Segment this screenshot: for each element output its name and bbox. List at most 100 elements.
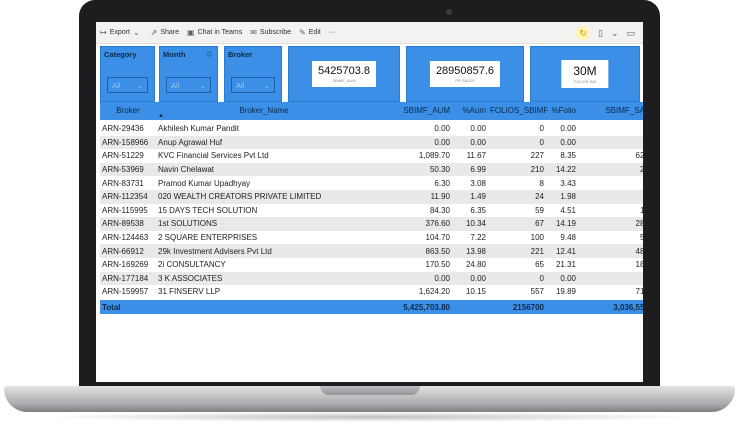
table-row[interactable]: ARN-83731 Pramod Kumar Upadhyay 6.30 3.08 8 3… <box>100 176 643 190</box>
refresh-icon[interactable]: ↻ <box>575 26 590 40</box>
table-cell: ARN-66912 <box>102 246 144 256</box>
column-header-sbimf-aum[interactable]: SBIMF_AUM <box>372 102 452 120</box>
folios-card-inner: 30M FOLIOS IND <box>561 60 609 88</box>
table-row[interactable]: ARN-89538 1st SOLUTIONS 376.60 10.34 67 14.19… <box>100 217 643 231</box>
table-cell: 104.70 <box>425 233 450 243</box>
more-options-button[interactable]: ··· <box>329 29 336 36</box>
table-cell: 221 <box>530 246 544 256</box>
chevron-down-icon: ⌄ <box>263 80 270 90</box>
table-cell: 11.90 <box>430 192 450 202</box>
eraser-icon[interactable]: ◇ <box>207 50 212 58</box>
folios-card-caption: FOLIOS IND <box>573 79 597 84</box>
table-cell: 10.34 <box>465 219 486 229</box>
toolbar-right-actions: ↻ ▯ ⌄ ▭ <box>575 26 635 40</box>
table-cell: ARN-158966 <box>102 137 149 147</box>
table-cell: 0.00 <box>560 124 576 134</box>
table-cell: 020 WEALTH CREATORS PRIVATE LIMITED <box>158 192 322 202</box>
month-dropdown[interactable]: All ⌄ <box>166 77 211 93</box>
table-row[interactable]: ARN-158966Anup Agrawal Huf0.000.0000.000… <box>100 135 643 150</box>
teams-icon: ▣ <box>187 28 195 37</box>
aum-card-caption: SBIMF_AUM <box>332 78 356 83</box>
broker-table: Broker Broker_Name SBIMF_AUM %Aum FOLIOS… <box>100 102 643 318</box>
laptop-shadow <box>40 412 700 422</box>
column-header-sbimf-sales[interactable]: SBIMF_SALES <box>578 102 643 120</box>
table-cell: 12.41 <box>555 246 576 256</box>
month-slicer[interactable]: Month ◇ All ⌄ <box>159 46 218 102</box>
mail-icon: ✉ <box>250 28 257 37</box>
table-total-row: Total 5,425,703.80 2156700 3,036,558.90 <box>100 300 643 314</box>
table-cell: 14.19 <box>555 219 576 229</box>
table-cell: ARN-53969 <box>102 165 144 175</box>
table-cell: 59 <box>535 205 544 215</box>
table-row[interactable]: ARN-124463 2 SQUARE ENTERPRISES 104.70 7.22… <box>100 231 643 245</box>
table-cell: 6.35 <box>470 205 486 215</box>
table-row[interactable]: ARN-1771843 K ASSOCIATES0.000.0000.000.0… <box>100 271 643 286</box>
category-slicer[interactable]: Category All ⌄ <box>100 46 155 102</box>
table-cell: 1.49 <box>470 192 486 202</box>
laptop-notch <box>320 386 420 395</box>
table-row[interactable]: ARN-29436 Akhilesh Kumar Pandit 0.00 0.00 0 0… <box>100 122 643 136</box>
broker-slicer[interactable]: Broker All ⌄ <box>224 46 282 102</box>
table-cell: 288.20 <box>635 219 643 229</box>
export-icon: ↦ <box>100 28 107 37</box>
table-cell: 489.10 <box>635 246 643 256</box>
table-cell: ARN-115995 <box>102 205 148 215</box>
camera-dot <box>446 9 452 15</box>
table-cell: 227 <box>530 151 544 161</box>
broker-dropdown[interactable]: All ⌄ <box>231 77 275 93</box>
table-cell: ARN-89538 <box>102 219 144 229</box>
table-cell: 376.60 <box>425 219 450 229</box>
table-cell: 8.35 <box>560 151 576 161</box>
table-cell: KVC Financial Services Pvt Ltd <box>158 151 269 161</box>
table-cell: 0.00 <box>434 124 450 134</box>
sort-ascending-icon: ▲ <box>158 113 164 119</box>
table-cell: Akhilesh Kumar Pandit <box>158 124 239 134</box>
table-cell: 50.30 <box>429 165 450 175</box>
table-cell: 557 <box>530 287 544 297</box>
column-header-folios-sbimf[interactable]: FOLIOS_SBIMF <box>488 102 548 120</box>
edit-button[interactable]: ✎ Edit <box>299 28 321 37</box>
chat-in-teams-button[interactable]: ▣ Chat in Teams <box>187 28 242 37</box>
subscribe-button[interactable]: ✉ Subscribe <box>250 28 291 37</box>
table-row[interactable]: ARN-112354 020 WEALTH CREATORS PRIVATE LI… <box>100 189 643 204</box>
column-header-pct-folio[interactable]: %Folio <box>546 102 578 120</box>
total-label: Total <box>102 302 121 312</box>
table-row[interactable]: ARN-159957 31 FINSERV LLP 1,624.20 10.15 557… <box>100 285 643 299</box>
folios-card-value: 30M <box>573 64 597 78</box>
bookmark-icon[interactable]: ▯ <box>598 28 603 39</box>
table-cell: ARN-51229 <box>102 151 144 161</box>
table-cell: ARN-159957 <box>102 287 149 297</box>
table-cell: Navin Chelawat <box>158 165 215 175</box>
category-dropdown[interactable]: All ⌄ <box>107 77 148 93</box>
total-sales: 3,036,558.90 <box>613 302 643 312</box>
table-cell: 24.80 <box>465 260 486 270</box>
comment-icon[interactable]: ▭ <box>626 28 635 39</box>
table-cell: 19.89 <box>555 287 576 297</box>
table-cell: 3 K ASSOCIATES <box>158 273 223 283</box>
column-header-broker[interactable]: Broker <box>100 102 156 120</box>
export-button[interactable]: ↦ Export ⌄ <box>100 28 143 37</box>
table-cell: 11.67 <box>466 151 486 161</box>
table-row[interactable]: ARN-66912 29k Investment Advisers Pvt Ltd… <box>100 244 643 258</box>
table-cell: ARN-83731 <box>102 178 144 188</box>
table-cell: 0.00 <box>560 273 576 283</box>
table-cell: 15 DAYS TECH SOLUTION <box>158 205 258 215</box>
chevron-down-icon[interactable]: ⌄ <box>611 28 619 39</box>
chevron-down-icon: ⌄ <box>199 80 206 90</box>
column-header-pct-aum[interactable]: %Aum <box>452 102 488 120</box>
table-row[interactable]: ARN-169269 2i CONSULTANCY 170.50 24.80 65 21.… <box>100 258 643 272</box>
table-cell: 1.98 <box>560 192 576 202</box>
table-row[interactable]: ARN-53969 Navin Chelawat 50.30 6.99 210 14.22… <box>100 162 643 177</box>
table-cell: ARN-124463 <box>102 233 149 243</box>
column-header-broker-name[interactable]: Broker_Name <box>156 102 372 120</box>
share-button[interactable]: ⇗ Share <box>151 28 179 37</box>
table-cell: 14.22 <box>555 165 576 175</box>
table-cell: 67 <box>535 219 544 229</box>
table-row[interactable]: ARN-115995 15 DAYS TECH SOLUTION 84.30 6.35… <box>100 204 643 218</box>
table-cell: 6.30 <box>434 178 450 188</box>
chevron-down-icon: ⌄ <box>132 28 140 37</box>
table-cell: 21.31 <box>555 260 576 270</box>
table-row[interactable]: ARN-51229 KVC Financial Services Pvt Ltd 1… <box>100 149 643 163</box>
table-cell: 0.00 <box>470 137 486 147</box>
table-cell: ARN-29436 <box>102 124 144 134</box>
